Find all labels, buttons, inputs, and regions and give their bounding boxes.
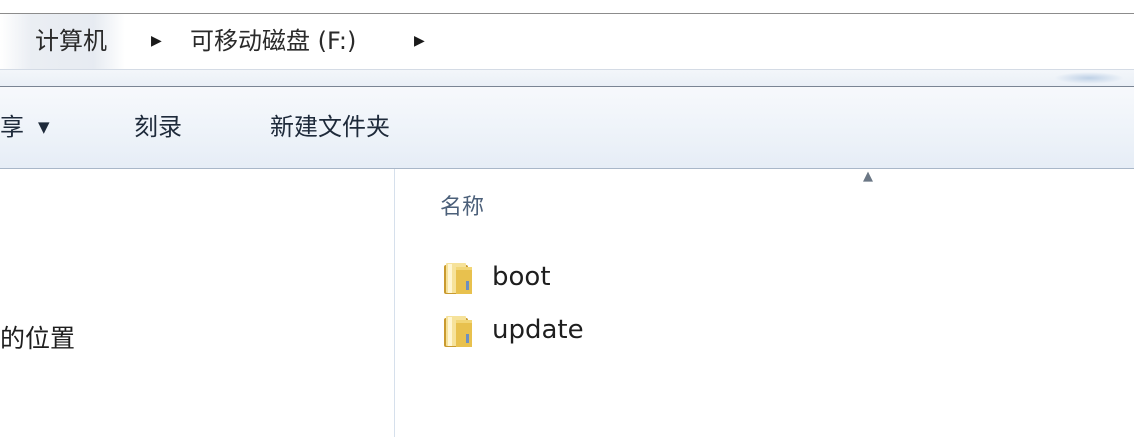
column-header-label: 名称 [440,195,485,220]
breadcrumb-label: 可移动磁盘 (F:) [190,27,357,55]
breadcrumb-label: 计算机 [35,27,107,55]
explorer-window: 计算机 ▶ 可移动磁盘 (F:) ▶ 享 ▼ 刻录 新建文件夹 的位置 ▲ 名称 [0,0,1134,437]
folder-icon [444,316,472,347]
breadcrumb-separator-icon[interactable]: ▶ [151,14,162,69]
navigation-pane: 的位置 [0,169,395,437]
folder-icon [444,263,472,294]
command-toolbar: 享 ▼ 刻录 新建文件夹 [0,87,1134,169]
burn-button-label: 刻录 [134,113,182,141]
triangle-down-icon[interactable]: ▼ [38,87,50,168]
list-item-update[interactable]: update [442,310,842,350]
window-frame-top [0,0,1134,14]
nav-item-label: 的位置 [0,324,76,353]
file-name: boot [492,262,551,292]
nav-item-recent-places[interactable]: 的位置 [0,319,75,355]
breadcrumb-computer[interactable]: 计算机 [0,14,125,69]
share-button[interactable]: 享 [0,87,24,168]
search-band [0,70,1134,87]
new-folder-button-label: 新建文件夹 [270,113,390,141]
file-list-pane: ▲ 名称 boot update [396,169,1134,437]
share-button-label: 享 [0,113,24,141]
column-header-name[interactable]: 名称 [440,189,484,221]
burn-button[interactable]: 刻录 [134,87,182,168]
breadcrumb-separator-icon[interactable]: ▶ [414,14,425,69]
list-item-boot[interactable]: boot [442,257,842,297]
sort-ascending-icon: ▲ [863,169,873,184]
breadcrumb-drive-f[interactable]: 可移动磁盘 (F:) [190,14,356,69]
address-bar[interactable]: 计算机 ▶ 可移动磁盘 (F:) ▶ [0,14,1134,70]
new-folder-button[interactable]: 新建文件夹 [270,87,390,168]
file-name: update [492,315,584,345]
search-box-edge[interactable] [1054,72,1124,84]
